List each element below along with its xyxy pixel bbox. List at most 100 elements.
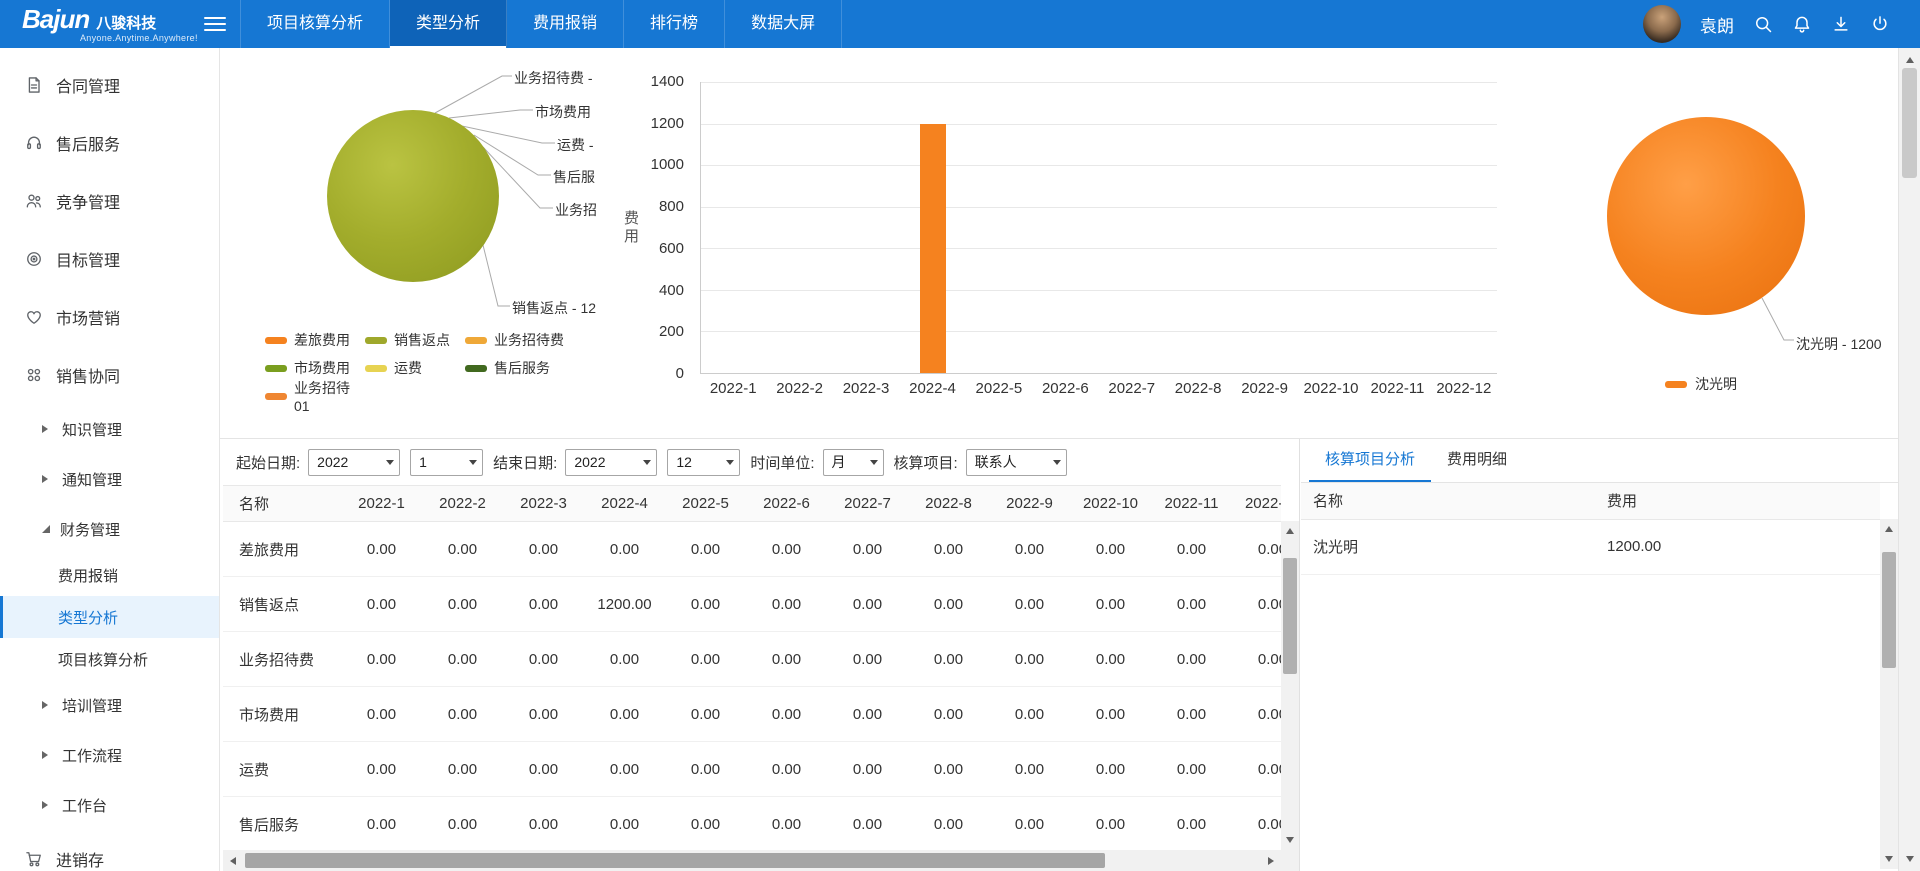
search-icon[interactable] — [1753, 14, 1773, 34]
table-vertical-scrollbar[interactable] — [1281, 521, 1299, 850]
bell-icon[interactable] — [1792, 14, 1812, 34]
table-row[interactable]: 业务招待费0.000.000.000.000.000.000.000.000.0… — [223, 632, 1281, 687]
power-icon[interactable] — [1870, 14, 1890, 34]
download-icon[interactable] — [1831, 14, 1851, 34]
table-row[interactable]: 沈光明1200.00 — [1301, 519, 1880, 574]
panel-vertical-scrollbar[interactable] — [1880, 519, 1898, 869]
legend-item[interactable]: 市场费用 — [265, 358, 365, 378]
start-year-value: 2022 — [317, 454, 348, 470]
value-cell: 0.00 — [908, 632, 989, 687]
end-year-select[interactable]: 2022 — [565, 449, 657, 476]
table-row[interactable]: 差旅费用0.000.000.000.000.000.000.000.000.00… — [223, 522, 1281, 577]
sidebar-item-14[interactable]: 工作台 — [0, 780, 219, 830]
sidebar-item-label: 售后服务 — [56, 131, 120, 155]
sidebar-item-7[interactable]: 通知管理 — [0, 454, 219, 504]
scroll-up-arrow[interactable] — [1899, 50, 1920, 66]
legend-item[interactable]: 差旅费用 — [265, 330, 365, 350]
end-year-value: 2022 — [574, 454, 605, 470]
nav-tab-0[interactable]: 项目核算分析 — [241, 0, 390, 48]
nav-tab-3[interactable]: 排行榜 — [624, 0, 725, 48]
sidebar-item-0[interactable]: 合同管理 — [0, 56, 219, 114]
start-month-select[interactable]: 1 — [410, 449, 483, 476]
legend-item[interactable]: 售后服务 — [465, 358, 565, 378]
end-month-value: 12 — [676, 454, 692, 470]
value-cell: 0.00 — [908, 577, 989, 632]
scroll-down-arrow[interactable] — [1281, 834, 1299, 850]
right-panel-tab-1[interactable]: 费用明细 — [1431, 439, 1523, 482]
scroll-down-arrow[interactable] — [1899, 853, 1920, 869]
sidebar-item-8[interactable]: 财务管理 — [0, 504, 219, 554]
column-header: 名称 — [223, 486, 341, 522]
legend-item[interactable]: 业务招待费 — [465, 330, 565, 350]
pie2-legend-item[interactable]: 沈光明 — [1665, 374, 1737, 394]
scroll-thumb[interactable] — [1902, 68, 1917, 178]
app-logo[interactable]: Bajun 八骏科技 Anyone.Anytime.Anywhere! — [0, 6, 198, 43]
value-cell: 0.00 — [827, 742, 908, 797]
sidebar-item-15[interactable]: 进销存 — [0, 830, 219, 871]
sidebar-item-11[interactable]: 项目核算分析 — [0, 638, 219, 680]
scroll-left-arrow[interactable] — [223, 850, 239, 871]
table-row[interactable]: 运费0.000.000.000.000.000.000.000.000.000.… — [223, 742, 1281, 797]
legend-item[interactable]: 运费 — [365, 358, 465, 378]
nav-tab-4[interactable]: 数据大屏 — [725, 0, 842, 48]
time-unit-value: 月 — [832, 452, 846, 472]
sidebar-item-1[interactable]: 售后服务 — [0, 114, 219, 172]
scroll-down-arrow[interactable] — [1880, 853, 1898, 869]
legend-label: 售后服务 — [494, 358, 550, 378]
scroll-thumb[interactable] — [1882, 552, 1896, 668]
start-year-select[interactable]: 2022 — [308, 449, 400, 476]
scroll-thumb[interactable] — [245, 853, 1105, 868]
scroll-up-arrow[interactable] — [1880, 519, 1898, 535]
sidebar-item-12[interactable]: 培训管理 — [0, 680, 219, 730]
legend-item[interactable]: 销售返点 — [365, 330, 465, 350]
bar-2022-4[interactable] — [920, 124, 946, 373]
scroll-right-arrow[interactable] — [1265, 850, 1281, 871]
scroll-thumb[interactable] — [1283, 558, 1297, 674]
sidebar-item-10[interactable]: 类型分析 — [0, 596, 219, 638]
heart-icon — [24, 307, 44, 327]
legend-item[interactable]: 业务招待01 — [265, 378, 365, 414]
value-cell: 0.00 — [341, 632, 422, 687]
caret-down-icon — [870, 460, 878, 469]
sidebar-item-9[interactable]: 费用报销 — [0, 554, 219, 596]
row-name-cell: 市场费用 — [223, 687, 341, 742]
expense-type-pie-chart: 业务招待费 - 市场费用运费 - 售后服业务招销售返点 - 12 差旅费用销售返… — [220, 48, 600, 438]
sidebar-item-6[interactable]: 知识管理 — [0, 404, 219, 454]
start-month-value: 1 — [419, 454, 427, 470]
sidebar-item-5[interactable]: 销售协同 — [0, 346, 219, 404]
gridline — [701, 248, 1497, 249]
column-header: 2022-5 — [665, 486, 746, 522]
headset-icon — [24, 133, 44, 153]
sidebar-item-13[interactable]: 工作流程 — [0, 730, 219, 780]
avatar[interactable] — [1643, 5, 1681, 43]
sidebar-item-label: 通知管理 — [62, 469, 122, 490]
right-panel-tab-0[interactable]: 核算项目分析 — [1309, 439, 1431, 482]
nav-tab-1[interactable]: 类型分析 — [390, 0, 507, 48]
sidebar-item-3[interactable]: 目标管理 — [0, 230, 219, 288]
table-row[interactable]: 市场费用0.000.000.000.000.000.000.000.000.00… — [223, 687, 1281, 742]
pie-slice-sales-rebate[interactable] — [327, 110, 499, 282]
y-tick-label: 0 — [676, 365, 684, 382]
table-horizontal-scrollbar[interactable] — [223, 850, 1281, 871]
project-select[interactable]: 联系人 — [966, 449, 1067, 476]
expense-table-viewport: 名称2022-12022-22022-32022-42022-52022-620… — [223, 485, 1281, 850]
value-cell: 0.00 — [341, 577, 422, 632]
username[interactable]: 袁朗 — [1700, 12, 1734, 37]
value-cell: 0.00 — [746, 742, 827, 797]
pie-slice-shen-guangming[interactable] — [1607, 117, 1805, 315]
page-scrollbar[interactable] — [1898, 48, 1920, 871]
value-cell: 0.00 — [1151, 687, 1232, 742]
sidebar-item-4[interactable]: 市场营销 — [0, 288, 219, 346]
sidebar-item-2[interactable]: 竞争管理 — [0, 172, 219, 230]
time-unit-select[interactable]: 月 — [823, 449, 884, 476]
scroll-up-arrow[interactable] — [1281, 521, 1299, 537]
end-month-select[interactable]: 12 — [667, 449, 740, 476]
y-tick-label: 400 — [659, 282, 684, 299]
value-cell: 0.00 — [989, 797, 1070, 851]
nav-tab-2[interactable]: 费用报销 — [507, 0, 624, 48]
table-row[interactable]: 售后服务0.000.000.000.000.000.000.000.000.00… — [223, 797, 1281, 851]
table-row[interactable]: 销售返点0.000.000.001200.000.000.000.000.000… — [223, 577, 1281, 632]
sidebar-item-label: 财务管理 — [60, 519, 120, 540]
value-cell: 0.00 — [1070, 577, 1151, 632]
menu-toggle-icon[interactable] — [204, 13, 226, 35]
